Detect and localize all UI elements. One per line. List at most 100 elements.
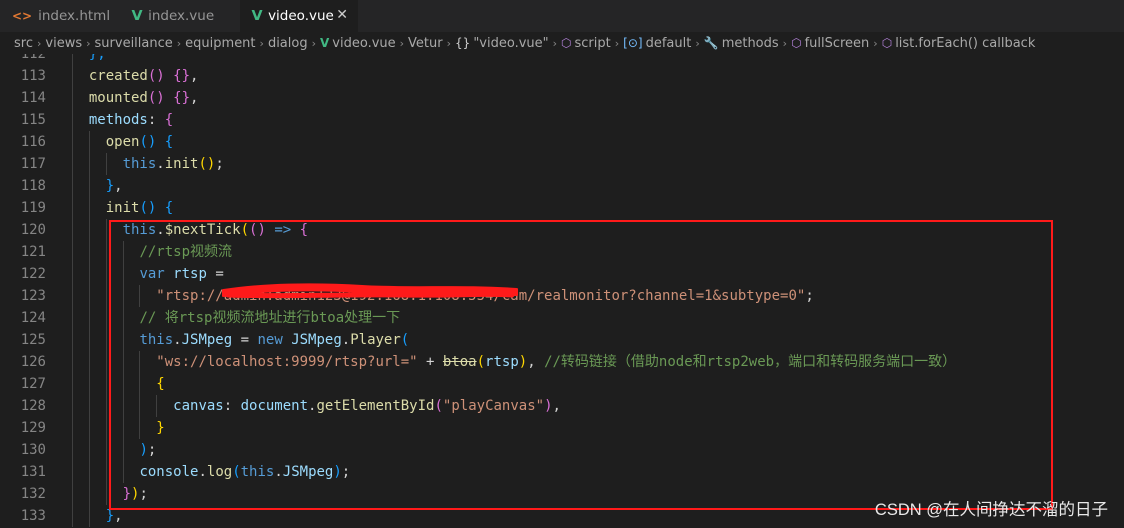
breadcrumb-item[interactable]: surveillance	[95, 36, 173, 51]
indent-guide	[88, 131, 90, 153]
tab-index-html[interactable]: <> index.html	[0, 0, 120, 32]
code-line: 126 "ws://localhost:9999/rtsp?url=" + bto…	[0, 351, 1124, 373]
breadcrumb-item[interactable]: [⊙] default	[623, 36, 691, 51]
indent-guide	[122, 461, 124, 483]
breadcrumb-item[interactable]: equipment	[185, 36, 255, 51]
tab-label: index.vue	[148, 8, 215, 24]
line-number: 126	[20, 354, 46, 370]
line-number: 125	[20, 332, 46, 348]
breadcrumb-item[interactable]: views	[45, 36, 82, 51]
code-line: 116 open() {	[0, 131, 1124, 153]
indent-guide	[72, 351, 73, 373]
indent-guide	[122, 285, 124, 307]
indent-guide	[88, 417, 90, 439]
tab-video-vue[interactable]: V video.vue ✕	[240, 0, 358, 32]
breadcrumb-item[interactable]: Vetur	[408, 36, 443, 51]
code-line: 128 canvas: document.getElementById("play…	[0, 395, 1124, 417]
line-number: 117	[20, 156, 46, 172]
chevron-right-icon: ›	[311, 36, 316, 50]
indent-guide	[72, 54, 73, 65]
code-text: );	[139, 442, 157, 458]
indent-guide	[105, 373, 107, 395]
code-text: this.JSMpeg = new JSMpeg.Player(	[139, 332, 410, 348]
indent-guide	[105, 219, 107, 241]
indent-guide	[105, 351, 107, 373]
code-line: 114 mounted() {},	[0, 87, 1124, 109]
line-number: 131	[20, 464, 46, 480]
code-line: 112},	[0, 54, 1124, 65]
indent-guide	[88, 263, 90, 285]
chevron-right-icon: ›	[399, 36, 405, 50]
indent-guide	[88, 329, 90, 351]
indent-guide	[72, 395, 73, 417]
code-line: 119 init() {	[0, 197, 1124, 219]
indent-guide	[105, 153, 107, 175]
indent-guide	[88, 241, 90, 263]
code-text: }	[156, 420, 165, 436]
indent-guide	[72, 373, 73, 395]
indent-guide	[88, 483, 90, 505]
chevron-right-icon: ›	[259, 36, 264, 50]
tab-index-vue[interactable]: V index.vue	[120, 0, 240, 32]
code-text: //rtsp视频流	[139, 244, 233, 260]
breadcrumb-label: src	[14, 35, 33, 51]
chevron-right-icon: ›	[552, 36, 558, 50]
indent-guide	[88, 505, 90, 527]
breadcrumb-label: "video.vue"	[473, 35, 549, 51]
indent-guide	[72, 285, 73, 307]
indent-guide	[72, 461, 73, 483]
indent-guide	[122, 439, 124, 461]
chevron-right-icon: ›	[176, 36, 182, 50]
line-number: 112	[20, 54, 46, 62]
breadcrumb-item[interactable]: {} "video.vue"	[455, 36, 549, 51]
indent-guide	[105, 329, 107, 351]
code-line: 120 this.$nextTick(() => {	[0, 219, 1124, 241]
line-number: 129	[20, 420, 46, 436]
code-line: 130);	[0, 439, 1124, 461]
line-number: 119	[20, 200, 46, 216]
indent-guide	[72, 219, 73, 241]
code-text: this.$nextTick(() => {	[122, 222, 309, 238]
code-text: created() {},	[88, 68, 199, 84]
indent-guide	[72, 87, 73, 109]
indent-guide	[72, 197, 73, 219]
breadcrumb-label: script	[574, 35, 611, 51]
code-text: methods: {	[88, 112, 174, 128]
code-line: 121 //rtsp视频流	[0, 241, 1124, 263]
code-line: 123 "rtsp://admin:admin123@192.168.1.108:…	[0, 285, 1124, 307]
code-editor[interactable]: 112}, 113 created() {}, 114 mounted() {}, 115…	[0, 54, 1124, 528]
breadcrumb-item[interactable]: dialog	[268, 36, 308, 51]
tab-bar: <> index.html V index.vue V video.vue ✕	[0, 0, 1124, 32]
code-text: var rtsp =	[139, 266, 224, 282]
chevron-right-icon: ›	[36, 36, 42, 50]
indent-guide	[88, 439, 90, 461]
breadcrumb-label: views	[45, 35, 83, 51]
vue-file-icon: V	[251, 8, 263, 24]
code-line: 125 this.JSMpeg = new JSMpeg.Player(	[0, 329, 1124, 351]
line-number: 132	[20, 486, 46, 502]
line-number: 128	[20, 398, 46, 414]
field-icon: [⊙]	[623, 35, 643, 50]
chevron-right-icon: ›	[614, 36, 620, 50]
chevron-right-icon: ›	[695, 36, 700, 50]
indent-guide	[122, 417, 124, 439]
close-icon[interactable]: ✕	[336, 7, 348, 23]
breadcrumb-item[interactable]: 🔧 methods	[704, 36, 779, 51]
breadcrumb-item[interactable]: ⬡ fullScreen	[791, 36, 869, 51]
indent-guide	[122, 307, 124, 329]
indent-guide	[88, 219, 90, 241]
breadcrumb-item[interactable]: src	[14, 36, 33, 51]
indent-guide	[88, 461, 90, 483]
code-line: 131 console.log(this.JSMpeg);	[0, 461, 1124, 483]
line-number: 127	[20, 376, 46, 392]
breadcrumb-item[interactable]: ⬡ script	[561, 36, 611, 51]
breadcrumb-item[interactable]: ⬡ list.forEach() callback	[882, 36, 1036, 51]
breadcrumb-item[interactable]: Vvideo.vue	[320, 36, 396, 51]
chevron-right-icon: ›	[86, 36, 91, 50]
indent-guide	[88, 197, 90, 219]
tab-label: index.html	[38, 8, 111, 24]
indent-guide	[88, 373, 90, 395]
line-number: 133	[20, 508, 46, 524]
indent-guide	[88, 153, 90, 175]
code-text: this.init();	[122, 156, 224, 172]
